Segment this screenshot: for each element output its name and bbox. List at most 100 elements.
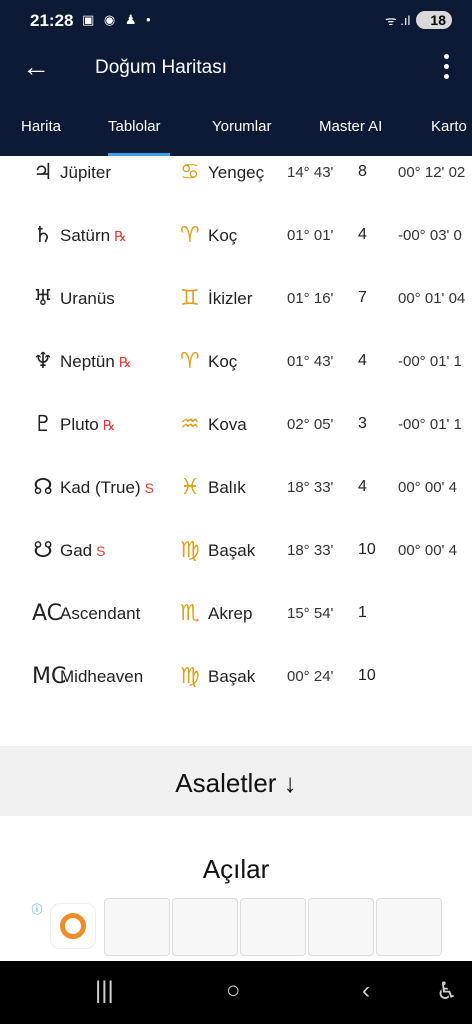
house-value: 4: [358, 226, 367, 243]
planet-icon: AC: [32, 601, 63, 626]
retro-marker: S: [144, 480, 154, 496]
sign-name: Koç: [208, 226, 238, 245]
tab-tablolar[interactable]: Tablolar: [108, 118, 161, 135]
speed-value: 00° 00' 4: [398, 542, 457, 559]
back-icon[interactable]: ‹: [362, 977, 370, 1005]
planet-name: Gad S: [60, 541, 105, 561]
planet-icon: ♇: [33, 412, 53, 437]
ad-banner[interactable]: ⓘ: [0, 893, 472, 961]
planet-icon: MC: [32, 664, 67, 689]
planet-name: Pluto ℞: [60, 415, 115, 435]
tab-yorumlar[interactable]: Yorumlar: [212, 118, 271, 135]
house-value: 3: [358, 415, 367, 432]
planet-label: Midheaven: [60, 667, 144, 686]
home-icon[interactable]: ○: [226, 977, 241, 1005]
sign-icon: ♈: [180, 349, 200, 374]
ad-info-icon[interactable]: ⓘ: [29, 901, 45, 917]
status-time: 21:28: [30, 11, 74, 30]
planet-icon: ☊: [33, 475, 53, 500]
sign-icon: ♒: [180, 412, 200, 437]
planet-name: Satürn ℞: [60, 226, 127, 246]
planet-label: Satürn: [60, 226, 111, 245]
recents-icon[interactable]: |||: [95, 977, 114, 1005]
house-value: 4: [358, 352, 367, 369]
sign-icon: ♍: [180, 664, 200, 689]
retro-marker: ℞: [118, 354, 132, 370]
tab-master-ai[interactable]: Master AI: [319, 118, 382, 135]
ad-brand-logo[interactable]: [50, 903, 96, 949]
house-value: 1: [358, 604, 367, 621]
sign-icon: ♓: [180, 475, 200, 500]
accessibility-icon[interactable]: ♿: [436, 977, 458, 1006]
sign-icon: ♈: [180, 223, 200, 248]
planet-table: ♃ Jüpiter ♋ Yengeç 14° 43' 8 00° 12' 02 …: [0, 156, 472, 746]
planet-icon: ♆: [33, 349, 53, 374]
degree-value: 18° 33': [287, 542, 334, 559]
planet-name: Neptün ℞: [60, 352, 131, 372]
ad-product-image[interactable]: [308, 898, 374, 956]
back-arrow-icon[interactable]: ←: [22, 52, 50, 82]
system-nav-bar: ||| ○ ‹ ♿: [0, 961, 472, 1024]
planet-icon: ♅: [33, 286, 53, 311]
degree-value: 01° 16': [287, 290, 334, 307]
ad-product-image[interactable]: [104, 898, 170, 956]
planet-name: Uranüs: [60, 289, 119, 309]
sign-name: Koç: [208, 352, 238, 371]
planet-name: Ascendant: [60, 604, 144, 624]
degree-value: 01° 43': [287, 353, 334, 370]
status-right: ᯤ .ıl 18: [385, 11, 452, 29]
planet-name: Midheaven: [60, 667, 147, 687]
speed-value: -00° 01' 1: [398, 416, 462, 433]
retro-marker: ℞: [114, 228, 127, 244]
ad-product-image[interactable]: [172, 898, 238, 956]
degree-value: 00° 24': [287, 668, 334, 685]
planet-name: Jüpiter: [60, 163, 115, 183]
table-row: ♃ Jüpiter ♋ Yengeç 14° 43' 8 00° 12' 02: [0, 156, 472, 196]
planet-icon: ☋: [33, 538, 53, 563]
degree-value: 18° 33': [287, 479, 334, 496]
house-value: 10: [358, 667, 376, 684]
planet-icon: ♃: [33, 160, 53, 185]
degree-value: 14° 43': [287, 164, 334, 181]
asaletler-label: Asaletler ↓: [175, 768, 297, 798]
planet-label: Uranüs: [60, 289, 115, 308]
table-row: ☋ Gad S ♍ Başak 18° 33' 10 00° 00' 4: [0, 534, 472, 574]
sign-icon: ♋: [180, 160, 200, 185]
tab-bar: Harita Tablolar Yorumlar Master AI Karto: [0, 98, 472, 156]
planet-name: Kad (True) S: [60, 478, 154, 498]
table-row: ☊ Kad (True) S ♓ Balık 18° 33' 4 00° 00' …: [0, 471, 472, 511]
sign-icon: ♍: [180, 538, 200, 563]
sign-name: Başak: [208, 541, 256, 560]
sign-name: Yengeç: [208, 163, 265, 182]
speed-value: -00° 01' 1: [398, 353, 462, 370]
planet-label: Kad (True): [60, 478, 141, 497]
more-options-icon[interactable]: [444, 54, 450, 84]
asaletler-section-header[interactable]: Asaletler ↓: [0, 746, 472, 816]
sign-name: İkizler: [208, 289, 253, 308]
signal-icon: ᯤ .ıl: [384, 13, 411, 28]
table-row: ♆ Neptün ℞ ♈ Koç 01° 43' 4 -00° 01' 1: [0, 345, 472, 385]
table-row: ♇ Pluto ℞ ♒ Kova 02° 05' 3 -00° 01' 1: [0, 408, 472, 448]
planet-label: Ascendant: [60, 604, 141, 623]
status-bar: 21:28 ▣ ◉ ♟ • ᯤ .ıl 18: [0, 0, 472, 40]
speed-value: 00° 01' 04: [398, 290, 466, 307]
ad-product-image[interactable]: [240, 898, 306, 956]
speed-value: 00° 12' 02: [398, 164, 466, 181]
house-value: 4: [358, 478, 367, 495]
planet-label: Gad: [60, 541, 93, 560]
ad-product-image[interactable]: [376, 898, 442, 956]
planet-label: Pluto: [60, 415, 99, 434]
sign-name: Başak: [208, 667, 256, 686]
retro-marker: ℞: [102, 417, 116, 433]
tab-harita[interactable]: Harita: [21, 118, 61, 135]
house-value: 8: [358, 163, 367, 180]
notification-icons: ▣ ◉ ♟ •: [82, 12, 154, 27]
sign-name: Akrep: [208, 604, 253, 623]
retro-marker: S: [96, 543, 106, 559]
degree-value: 01° 01': [287, 227, 334, 244]
sign-icon: ♊: [180, 286, 200, 311]
house-value: 10: [358, 541, 376, 558]
planet-icon: ♄: [33, 223, 53, 248]
tab-karto[interactable]: Karto: [431, 118, 467, 135]
acilar-heading: Açılar: [202, 854, 270, 884]
